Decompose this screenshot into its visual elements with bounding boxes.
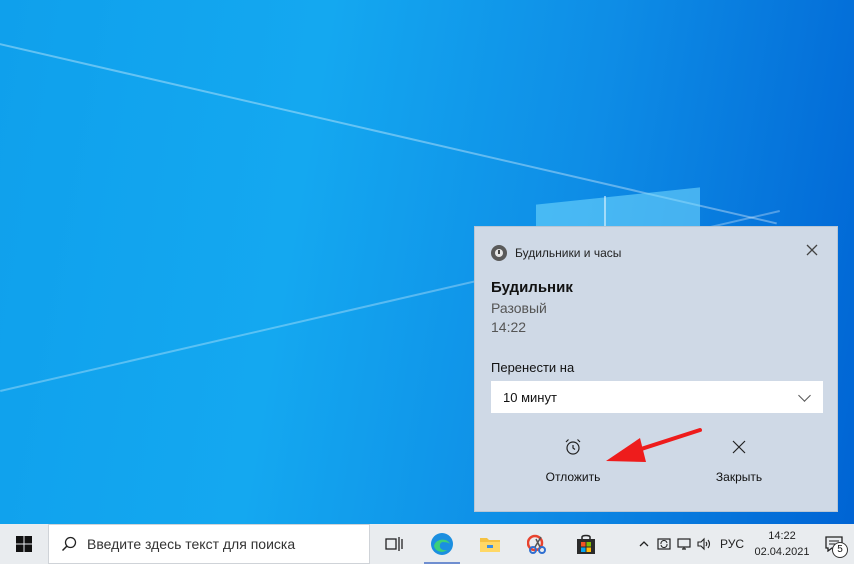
alarm-clock-icon <box>565 439 581 455</box>
toast-subtitle: Разовый <box>491 300 547 316</box>
snipping-tool-taskbar-button[interactable] <box>514 524 562 564</box>
notification-count-badge: 5 <box>832 542 848 558</box>
alarms-clock-app-icon <box>491 245 507 261</box>
alarm-notification-toast: Будильники и часы Будильник Разовый 14:2… <box>474 226 838 512</box>
windows-start-icon <box>16 536 32 552</box>
edge-taskbar-button[interactable] <box>418 524 466 564</box>
task-view-icon <box>385 537 403 551</box>
taskbar-search-box[interactable]: Введите здесь текст для поиска <box>48 524 370 564</box>
close-icon <box>732 440 746 454</box>
close-icon <box>806 244 818 256</box>
snipping-tool-icon <box>527 534 546 554</box>
network-tray-button[interactable] <box>674 524 694 564</box>
search-placeholder: Введите здесь текст для поиска <box>87 536 296 552</box>
toast-alarm-time: 14:22 <box>491 319 527 335</box>
search-icon <box>61 536 77 552</box>
file-explorer-icon <box>480 538 500 552</box>
toast-header: Будильники и часы <box>491 245 621 261</box>
toast-app-name: Будильники и часы <box>515 246 622 260</box>
action-center-button[interactable]: 5 <box>814 524 854 564</box>
store-icon <box>577 534 595 554</box>
chevron-down-icon <box>798 388 811 402</box>
system-tray: РУС 14:22 02.04.2021 5 <box>634 524 854 564</box>
volume-icon <box>697 537 711 551</box>
start-button[interactable] <box>0 524 48 564</box>
dismiss-button[interactable]: Закрыть <box>679 437 799 484</box>
snooze-button-label: Отложить <box>545 470 601 484</box>
sync-icon <box>657 538 671 550</box>
close-toast-button[interactable] <box>803 243 821 261</box>
file-explorer-taskbar-button[interactable] <box>466 524 514 564</box>
snooze-duration-value: 10 минут <box>503 389 557 405</box>
network-icon <box>677 538 691 550</box>
edge-icon <box>431 533 453 555</box>
dismiss-button-label: Закрыть <box>715 470 763 484</box>
volume-tray-button[interactable] <box>694 524 714 564</box>
task-view-button[interactable] <box>370 524 418 564</box>
snooze-duration-select[interactable]: 10 минут <box>491 381 823 413</box>
clock-time: 14:22 <box>768 530 796 542</box>
store-taskbar-button[interactable] <box>562 524 610 564</box>
chevron-up-icon <box>639 541 649 547</box>
snooze-button[interactable]: Отложить <box>513 437 633 484</box>
sync-tray-button[interactable] <box>654 524 674 564</box>
clock-date: 02.04.2021 <box>754 546 810 558</box>
toast-title: Будильник <box>491 279 573 296</box>
taskbar: Введите здесь текст для поиска РУС 14:22… <box>0 524 854 564</box>
taskbar-clock[interactable]: 14:22 02.04.2021 <box>750 528 814 560</box>
snooze-duration-label: Перенести на <box>491 360 575 375</box>
input-language-indicator[interactable]: РУС <box>720 537 744 551</box>
show-hidden-icons-button[interactable] <box>634 524 654 564</box>
